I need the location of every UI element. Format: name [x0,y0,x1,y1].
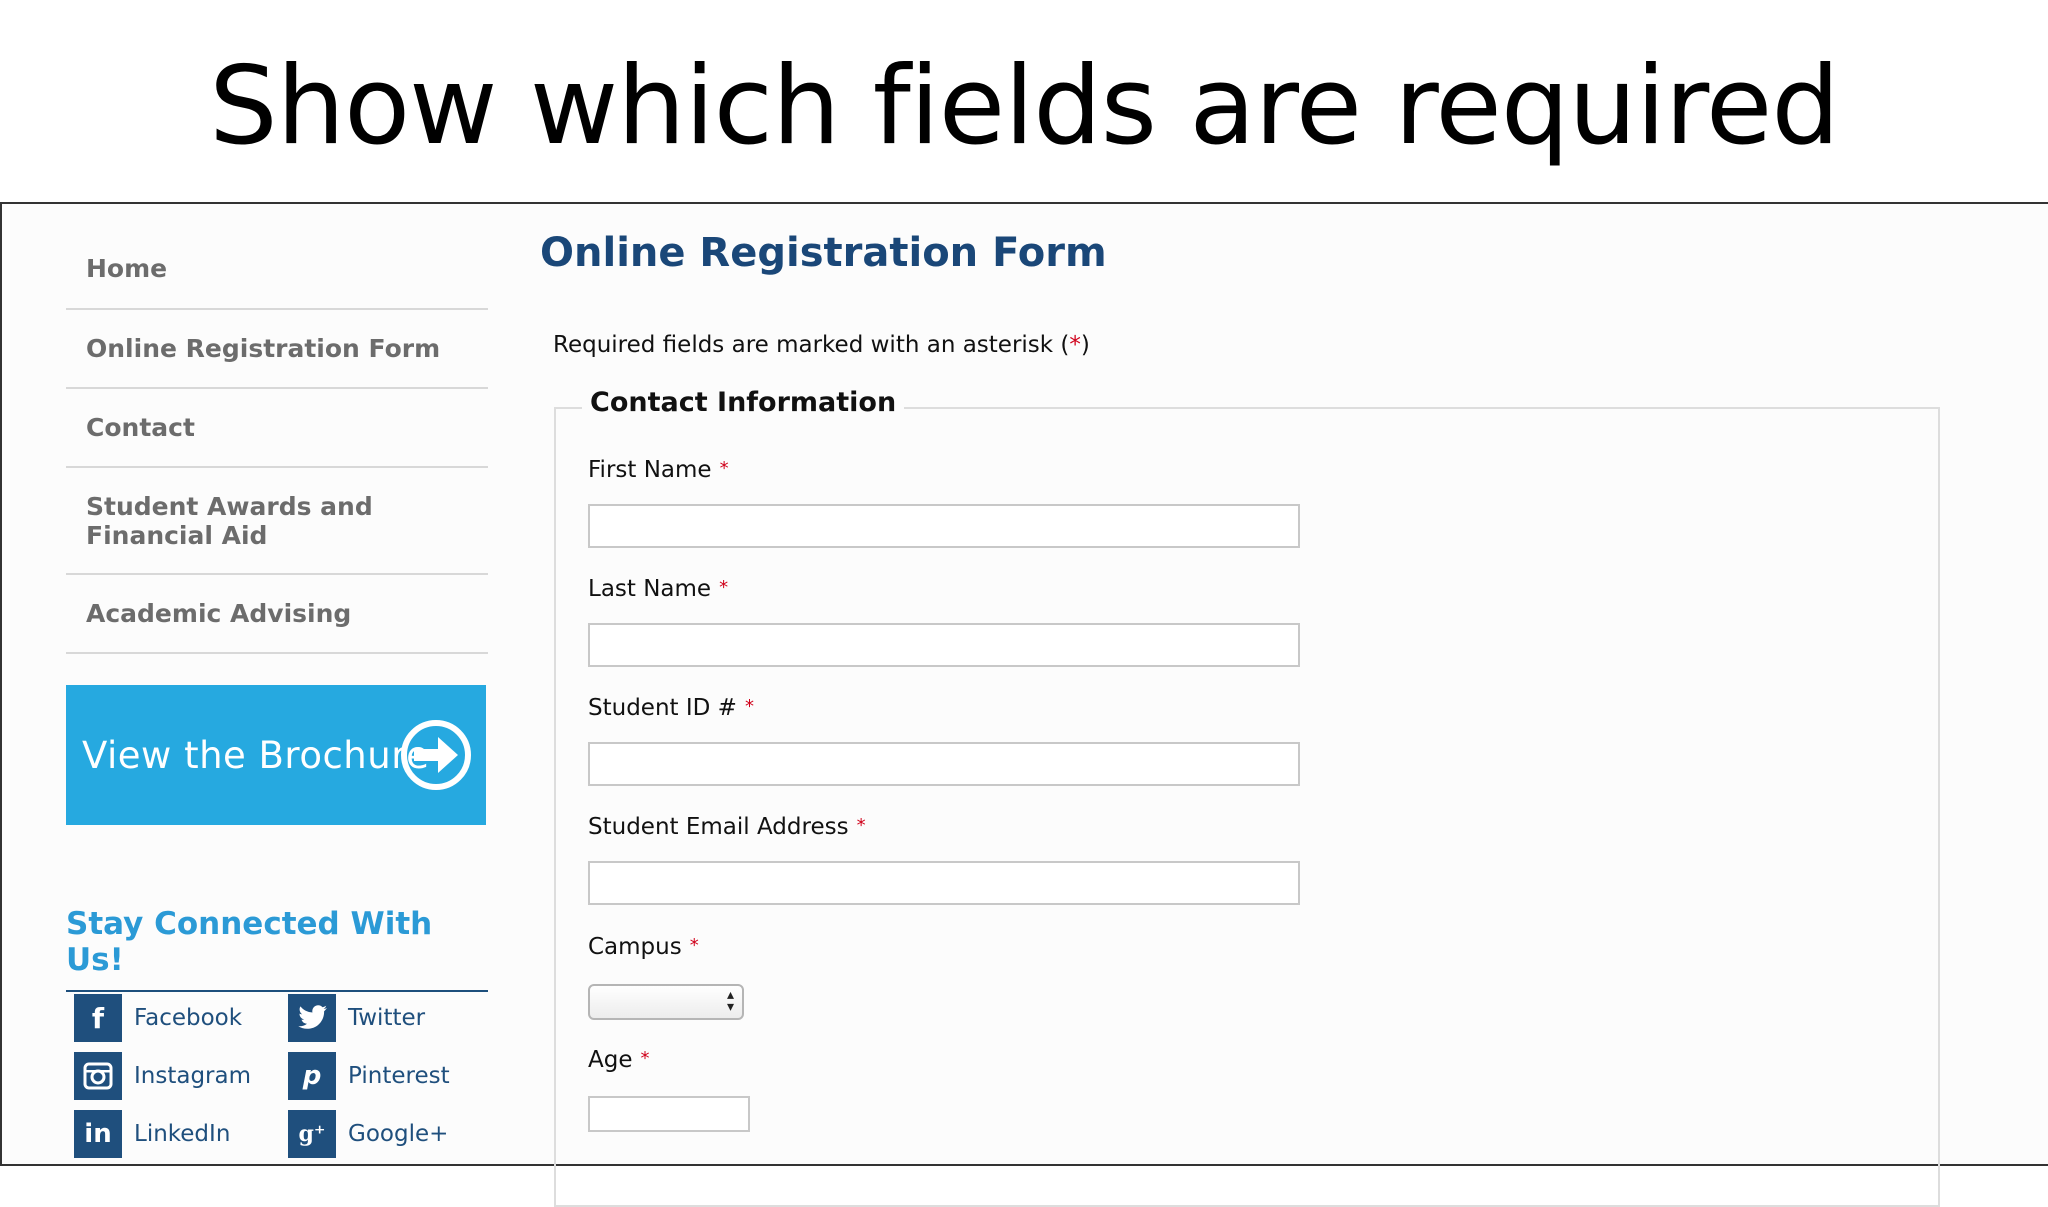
sidebar-item-contact[interactable]: Contact [66,389,488,468]
field-label-text: Last Name [588,576,712,602]
sidebar-item-label: Student Awards and Financial Aid [86,491,373,550]
social-link-facebook[interactable]: f Facebook [74,994,242,1042]
select-arrows-icon: ▴ ▾ [726,987,734,1015]
social-link-instagram[interactable]: Instagram [74,1052,251,1100]
field-label-text: Student ID # [588,695,737,721]
social-link-twitter[interactable]: Twitter [288,994,425,1042]
field-label-text: Campus [588,934,682,960]
required-asterisk: * [689,935,699,956]
social-label: Google+ [348,1121,449,1147]
sidebar-item-student-awards[interactable]: Student Awards and Financial Aid [66,468,488,575]
social-link-pinterest[interactable]: p Pinterest [288,1052,450,1100]
first-name-field[interactable] [588,504,1300,548]
sidebar-item-label: Online Registration Form [86,334,441,363]
page-title: Online Registration Form [540,230,1107,276]
student-id-field[interactable] [588,742,1300,786]
social-label: Instagram [134,1063,252,1089]
section-title: Contact Information [582,387,905,418]
social-link-googleplus[interactable]: g⁺ Google+ [288,1110,448,1158]
student-email-label: Student Email Address * [588,814,866,840]
required-asterisk: * [719,458,729,479]
social-label: Pinterest [348,1063,450,1089]
first-name-label: First Name * [588,457,729,483]
student-email-field[interactable] [588,861,1300,905]
sidebar-item-online-registration-form[interactable]: Online Registration Form [66,310,488,389]
social-link-linkedin[interactable]: in LinkedIn [74,1110,230,1158]
field-label-text: Student Email Address [588,814,849,840]
linkedin-icon: in [74,1110,122,1158]
student-id-label: Student ID # * [588,695,754,721]
sidebar-item-academic-advising[interactable]: Academic Advising [66,575,488,654]
last-name-field[interactable] [588,623,1300,667]
required-asterisk: * [1069,332,1081,358]
sidebar-item-label: Home [86,254,168,283]
required-asterisk: * [744,696,754,717]
required-asterisk: * [640,1048,650,1069]
twitter-icon [288,994,336,1042]
social-label: Facebook [134,1005,243,1031]
facebook-icon: f [74,994,122,1042]
age-label: Age * [588,1047,649,1073]
sidebar-item-label: Academic Advising [86,599,352,628]
sidebar: Home Online Registration Form Contact St… [66,204,488,1158]
arrow-right-circle-icon [401,720,471,790]
last-name-label: Last Name * [588,576,728,602]
browser-screenshot: Home Online Registration Form Contact St… [0,202,2048,1207]
required-note-close: ) [1080,332,1090,358]
googleplus-icon: g⁺ [288,1110,336,1158]
sidebar-item-home[interactable]: Home [66,204,488,310]
slide-title: Show which fields are required [209,44,1840,169]
campus-select[interactable]: ▴ ▾ [588,984,744,1020]
required-asterisk: * [719,577,729,598]
field-label-text: First Name [588,457,712,483]
social-label: LinkedIn [134,1121,231,1147]
pinterest-icon: p [288,1052,336,1100]
field-label-text: Age [588,1047,633,1073]
required-asterisk: * [856,815,866,836]
age-field[interactable] [588,1096,750,1132]
campus-label: Campus * [588,934,699,960]
brochure-label: View the Brochure [82,733,430,777]
view-brochure-button[interactable]: View the Brochure [66,685,486,825]
instagram-icon [74,1052,122,1100]
stay-connected-heading: Stay Connected With Us! [66,906,488,992]
required-note: Required fields are marked with an aster… [553,332,1090,358]
social-label: Twitter [348,1005,426,1031]
required-note-text: Required fields are marked with an aster… [553,332,1070,358]
sidebar-item-label: Contact [86,413,195,442]
contact-information-fieldset: Contact Information First Name * Last Nam… [554,387,1940,1207]
